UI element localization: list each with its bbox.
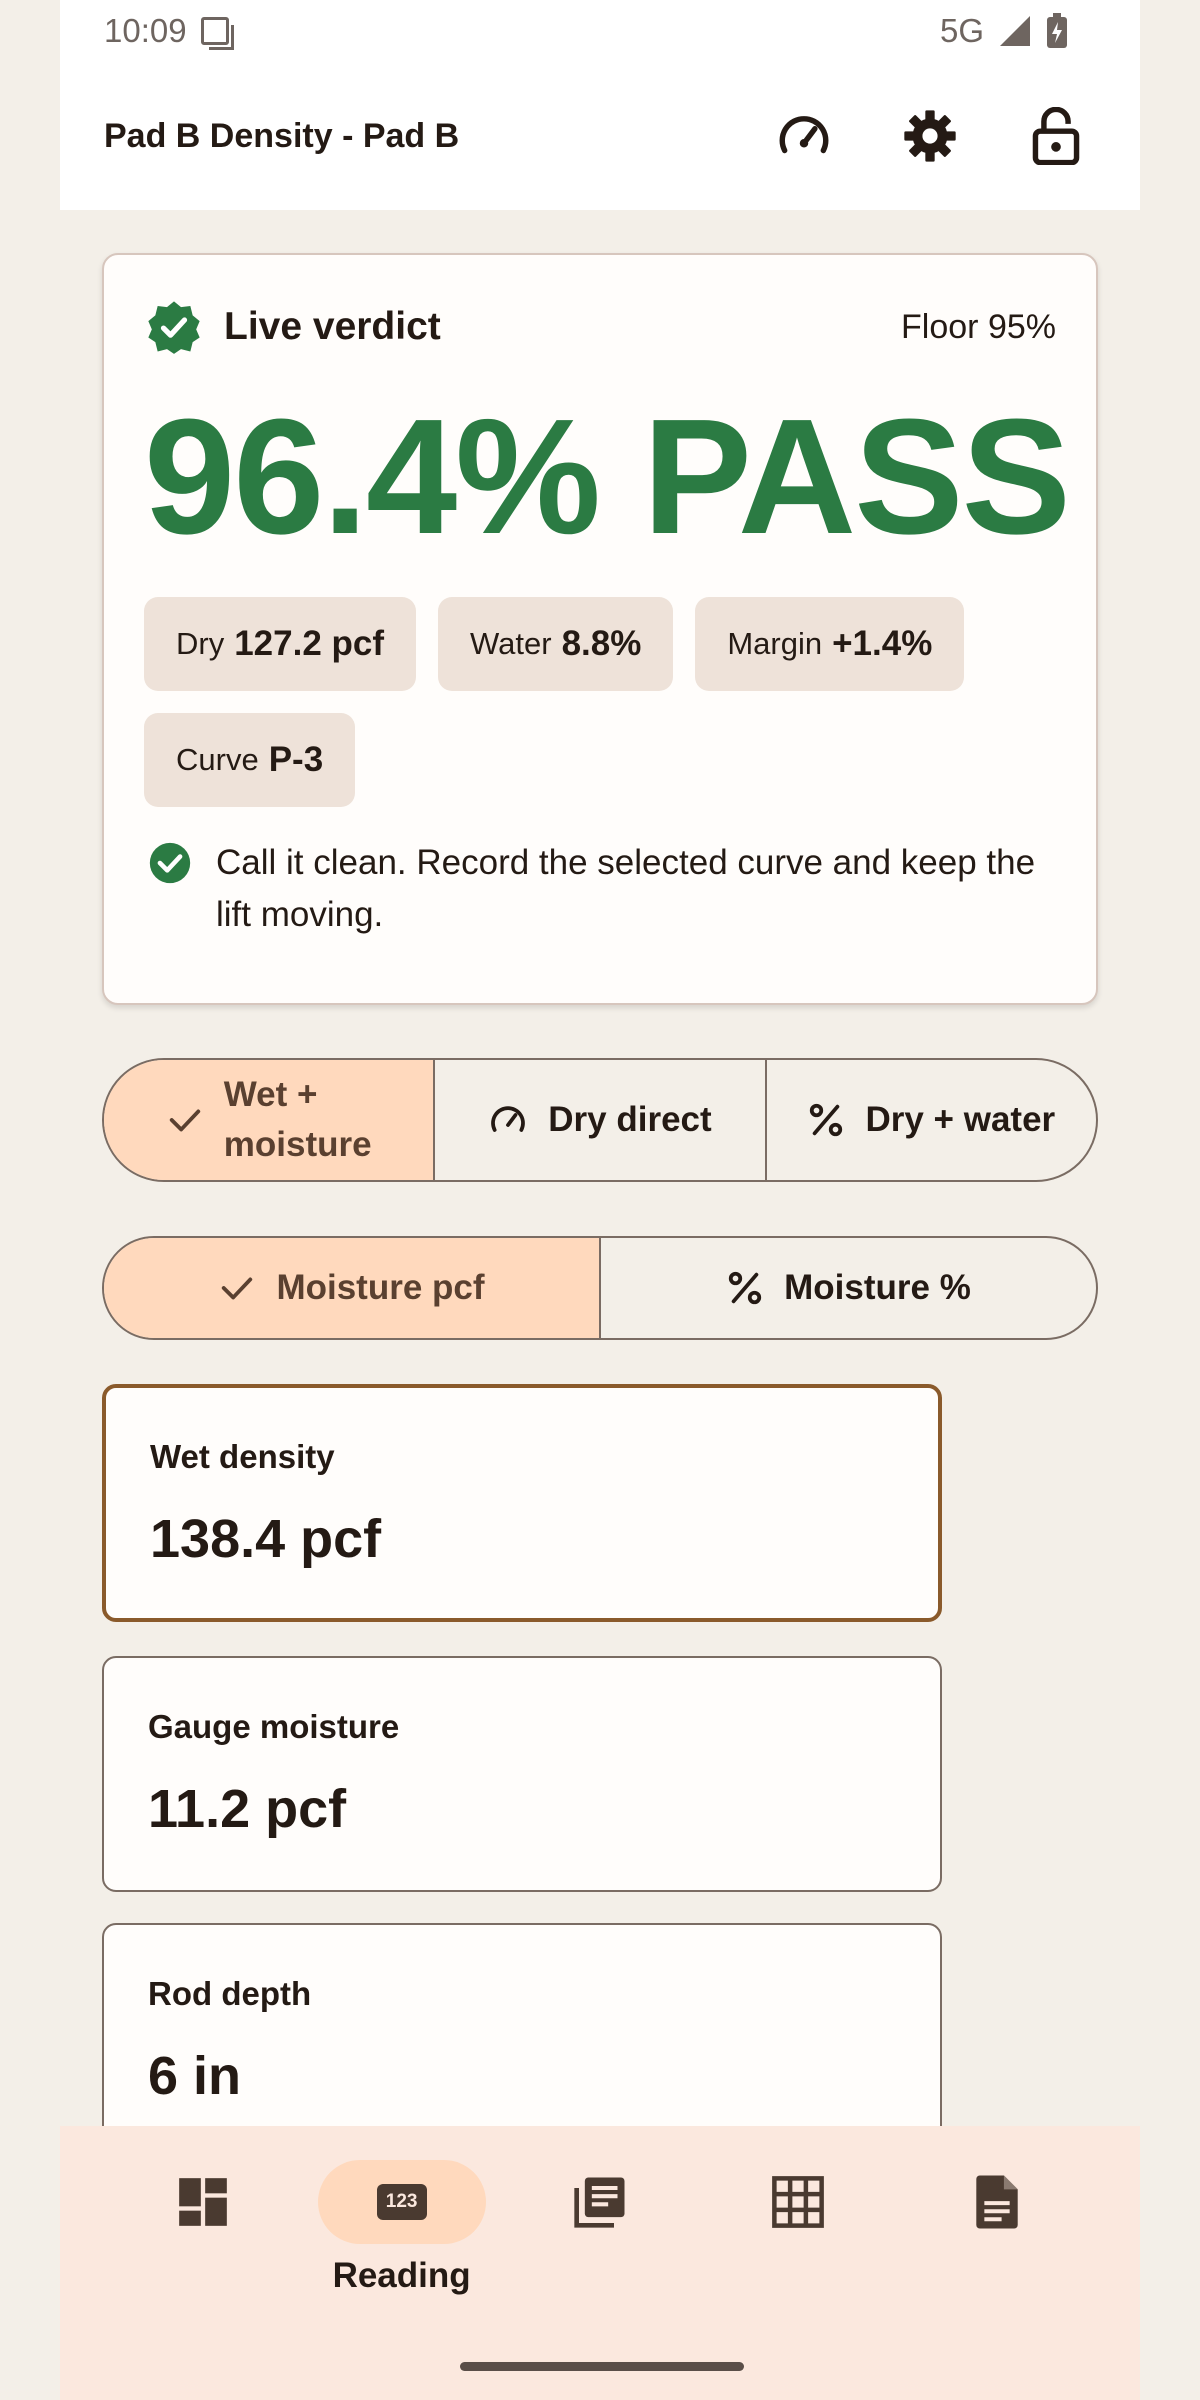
moisture-pcf-option[interactable]: Moisture pcf [104, 1238, 599, 1338]
dry-density-chip: Dry 127.2 pcf [144, 597, 417, 691]
curve-chip: Curve P-3 [144, 713, 356, 807]
moisture-percent-option[interactable]: Moisture % [599, 1238, 1096, 1338]
chip-value: 127.2 pcf [234, 624, 385, 663]
nav-report[interactable] [898, 2126, 1096, 2400]
wet-density-field[interactable]: Wet density 138.4 pcf [102, 1384, 942, 1622]
mode-wet-moisture[interactable]: Wet + moisture [104, 1060, 434, 1180]
dashboard-icon [179, 2178, 228, 2226]
verdict-note: Call it clean. Record the selected curve… [148, 837, 1036, 941]
field-value: 11.2 pcf [148, 1779, 347, 1839]
check-icon [222, 1277, 253, 1300]
nav-label: Reading [332, 2256, 471, 2295]
home-gesture-bar[interactable] [460, 2362, 744, 2371]
chip-value: P-3 [268, 740, 324, 779]
percent-icon [810, 1103, 843, 1137]
signal-icon [1000, 16, 1030, 46]
chip-label: Curve [176, 742, 259, 777]
percent-icon [728, 1271, 762, 1305]
field-label: Wet density [150, 1438, 335, 1475]
app-screen: 10:09 5G Pad B Density - Pad B Live verd… [60, 0, 1140, 2400]
moisture-option-label: Moisture pcf [276, 1268, 485, 1307]
mode-dry-direct[interactable]: Dry direct [433, 1060, 764, 1180]
chip-label: Dry [176, 626, 225, 661]
mode-dry-water[interactable]: Dry + water [764, 1060, 1096, 1180]
speedometer-icon [491, 1106, 526, 1132]
settings-button[interactable] [890, 96, 970, 176]
top-app-bar: Pad B Density - Pad B [60, 62, 1140, 210]
chip-label: Margin [727, 626, 823, 661]
speedometer-icon [779, 116, 829, 154]
input-mode-toggle: Wet + moisture Dry direct Dry + water [102, 1058, 1098, 1182]
library-books-icon [574, 2177, 625, 2228]
mode-label: Dry + water [865, 1100, 1056, 1139]
nav-library[interactable] [501, 2126, 699, 2400]
network-type: 5G [939, 12, 984, 49]
margin-chip: Margin +1.4% [695, 597, 965, 691]
nav-grid[interactable] [699, 2126, 897, 2400]
verdict-note-text: Call it clean. Record the selected curve… [216, 843, 1036, 934]
compaction-floor: Floor 95% [901, 307, 1056, 346]
numeric-keypad-icon: 123 [376, 2184, 427, 2220]
moisture-option-label: Moisture % [784, 1268, 971, 1307]
water-content-chip: Water 8.8% [438, 597, 674, 691]
verdict-card: Live verdict Floor 95% 96.4% PASS Dry 12… [102, 253, 1098, 1005]
lock-button[interactable] [1016, 96, 1096, 176]
nav-dashboard[interactable] [104, 2126, 302, 2400]
battery-charging-icon [1047, 13, 1067, 48]
field-value: 138.4 pcf [150, 1509, 382, 1569]
chip-value: +1.4% [832, 624, 933, 663]
screenshot-icon [200, 17, 234, 50]
grid-icon [772, 2176, 825, 2228]
check-icon [169, 1109, 200, 1132]
status-bar: 10:09 5G [60, 0, 1140, 62]
verified-badge-icon [148, 301, 200, 354]
check-circle-icon [149, 842, 191, 884]
gauge-button[interactable] [764, 96, 844, 176]
gauge-moisture-field[interactable]: Gauge moisture 11.2 pcf [102, 1656, 942, 1892]
verdict-result: 96.4% PASS [144, 385, 1071, 568]
nav-reading[interactable]: 123 Reading [302, 2126, 500, 2400]
page-title: Pad B Density - Pad B [104, 116, 460, 155]
verdict-label: Live verdict [224, 305, 441, 348]
lock-open-icon [1032, 107, 1080, 165]
gear-icon [904, 110, 956, 162]
mode-label-line1: Wet + [223, 1075, 318, 1114]
status-time: 10:09 [104, 12, 187, 49]
rod-depth-field[interactable]: Rod depth 6 in [102, 1923, 942, 2143]
field-label: Rod depth [148, 1975, 312, 2012]
mode-label-line2: moisture [223, 1125, 372, 1164]
bottom-navigation: 123 Reading [60, 2126, 1140, 2400]
document-icon [976, 2175, 1018, 2229]
chip-value: 8.8% [561, 624, 642, 663]
field-value: 6 in [148, 2046, 242, 2106]
moisture-unit-toggle: Moisture pcf Moisture % [102, 1236, 1098, 1340]
mode-label: Dry direct [548, 1100, 712, 1139]
chip-label: Water [470, 626, 552, 661]
verdict-chips: Dry 127.2 pcf Water 8.8% Margin +1.4% Cu… [144, 597, 1044, 807]
field-label: Gauge moisture [148, 1708, 400, 1745]
